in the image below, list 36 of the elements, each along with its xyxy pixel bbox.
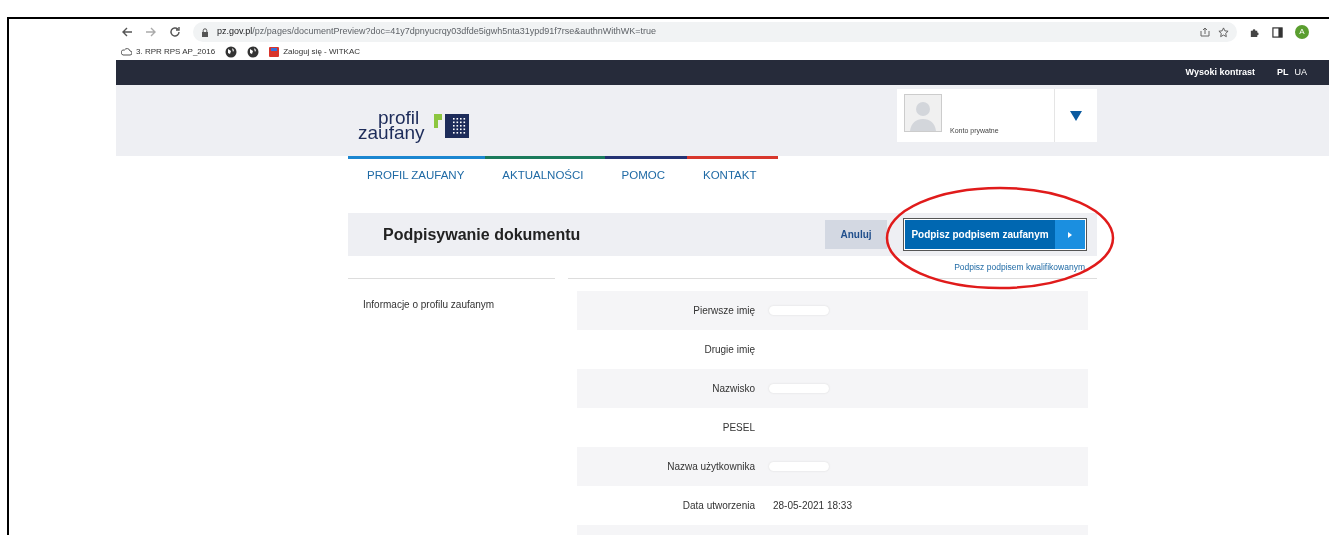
globe-icon[interactable] <box>247 45 260 58</box>
back-icon[interactable] <box>121 26 133 38</box>
sidebar-link[interactable]: Informacje o profilu zaufanym <box>363 299 495 310</box>
globe-icon[interactable] <box>225 45 238 58</box>
app-icon <box>269 46 280 57</box>
field-label: Data utworzenia <box>681 499 755 513</box>
nav-link[interactable]: AKTUALNOŚCI <box>502 167 584 185</box>
nav-link[interactable]: KONTAKT <box>702 167 757 185</box>
bookmark[interactable]: Zaloguj się - WITKAC <box>269 45 361 58</box>
nav-link[interactable]: PROFIL ZAUFANY <box>367 167 465 185</box>
reload-icon[interactable] <box>169 26 181 38</box>
field-label: Nazwa użytkownika <box>666 460 755 474</box>
avatar-icon <box>904 94 942 132</box>
side-panel-icon[interactable] <box>1272 26 1283 38</box>
caret-icon <box>1070 110 1082 121</box>
field-label: Pierwsze imię <box>692 304 755 318</box>
url-text: pz.gov.pl/pz/pages/documentPreview?doc=41y7dpnyucrqy03dfde5igwh5nta31ypd91f7rse&authnWithWK=true <box>217 25 657 39</box>
nav-link[interactable]: POMOC <box>621 167 665 185</box>
play-icon <box>1068 231 1072 238</box>
language-link[interactable]: UA <box>1294 65 1307 80</box>
language-link[interactable]: PL <box>1276 65 1289 80</box>
field-label: Drugie imię <box>703 343 755 357</box>
share-icon[interactable] <box>1200 27 1210 37</box>
field-value: 28-05-2021 18:33 <box>773 499 852 513</box>
field-label: Nazwisko <box>711 382 755 396</box>
lock-icon <box>201 27 209 37</box>
cloud-icon <box>121 47 132 56</box>
page-title: Podpisywanie dokumentu <box>383 224 582 245</box>
qualified-sign-link[interactable]: Podpisz podpisem kwalifikowanym <box>954 261 1085 274</box>
cancel-button[interactable]: Anuluj <box>825 220 887 249</box>
address-bar[interactable]: pz.gov.pl/pz/pages/documentPreview?doc=41y7dpnyucrqy03dfde5igwh5nta31ypd91f7rse&authnWithWK=true <box>193 22 1237 42</box>
high-contrast-link[interactable]: Wysoki kontrast <box>1185 65 1255 80</box>
star-icon[interactable] <box>1218 26 1229 38</box>
bookmark[interactable]: 3. RPR RPS AP_2016 <box>121 45 216 58</box>
puzzle-icon[interactable] <box>1249 26 1260 38</box>
field-label: PESEL <box>721 421 755 435</box>
